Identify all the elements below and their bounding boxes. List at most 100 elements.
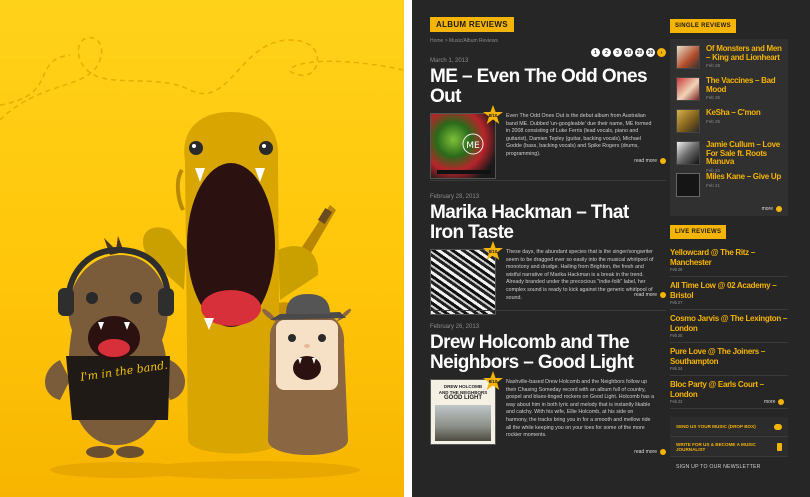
arrow-icon [660, 292, 666, 298]
review-date: February 28, 2013 [430, 194, 480, 200]
live-title: Cosmo Jarvis @ The Lexington – London [670, 314, 788, 333]
score: 8/10 [488, 113, 498, 118]
review-title[interactable]: Drew Holcomb and The Neighbors – Good Li… [430, 333, 666, 373]
pencil-icon [776, 442, 782, 451]
single-review-item[interactable]: Of Monsters and Men – King and Lionheart… [676, 44, 782, 75]
review-excerpt: These days, the abundant species that is… [506, 249, 654, 301]
monster-band-illustration: I'm in the band. [0, 0, 404, 497]
album-cover[interactable]: ME 8/10 [430, 105, 503, 179]
newsletter-signup[interactable]: SIGN UP TO OUR NEWSLETTER [670, 457, 788, 477]
album-review: February 26, 2013 Drew Holcomb and The N… [430, 324, 666, 455]
single-review-item[interactable]: Jamie Cullum – Love For Sale ft. Roots M… [676, 140, 782, 173]
single-reviews-label: SINGLE REVIEWS [670, 19, 736, 33]
live-title: Yellowcard @ The Ritz – Manchester [670, 248, 755, 267]
album-review: February 28, 2013 Marika Hackman – That … [430, 194, 666, 315]
arrow-icon [776, 206, 782, 212]
single-reviews-list: Of Monsters and Men – King and Lionheart… [670, 39, 788, 216]
live-title: Pure Love @ The Joiners – Southampton [670, 347, 766, 366]
page-2[interactable]: 2 [602, 48, 611, 57]
page-10[interactable]: 10 [624, 48, 633, 57]
hat-monster [262, 294, 352, 455]
page-30[interactable]: 30 [646, 48, 655, 57]
single-thumb [676, 173, 700, 197]
read-more-link[interactable]: read more [634, 449, 666, 455]
score-star-icon: 8/10 [482, 241, 504, 263]
read-more-label: read more [634, 292, 657, 298]
read-more-link[interactable]: read more [634, 158, 666, 164]
single-date: Feb 28 [706, 63, 721, 68]
score-star-icon: 8/10 [482, 105, 504, 127]
breadcrumb[interactable]: Home > Music/Album Reviews [430, 38, 666, 44]
album-reviews-column: ALBUM REVIEWS Home > Music/Album Reviews… [430, 14, 666, 455]
live-date: Feb 28 [670, 267, 683, 272]
read-more-link[interactable]: read more [634, 292, 666, 298]
single-review-item[interactable]: Miles Kane – Give Up Feb 21 [676, 172, 782, 203]
page-20[interactable]: 20 [635, 48, 644, 57]
more-singles-link[interactable]: more [762, 206, 782, 212]
single-title: Jamie Cullum – Love For Sale ft. Roots M… [706, 140, 780, 166]
score: 8/10 [488, 379, 498, 384]
review-title[interactable]: ME – Even The Odd Ones Out [430, 67, 666, 107]
live-date: Feb 25 [670, 333, 683, 338]
link-label: SEND US YOUR MUSIC (DROP BOX) [676, 424, 756, 429]
review-date: February 26, 2013 [430, 324, 480, 330]
cover-photo [435, 404, 491, 441]
dashed-path [0, 36, 404, 121]
album-cover[interactable]: 8/10 [430, 241, 503, 315]
divider [430, 180, 666, 181]
read-more-label: read more [634, 158, 657, 164]
live-review-item[interactable]: All Time Low @ 02 Academy – Bristol Feb 2… [670, 281, 788, 310]
single-review-item[interactable]: KeSha – C'mon Feb 25 [676, 108, 782, 139]
pagination: 1 2 3 10 20 30 › [591, 48, 666, 57]
album-review: March 1, 2013 ME – Even The Odd Ones Out… [430, 58, 666, 179]
review-date: March 1, 2013 [430, 58, 469, 64]
read-more-label: read more [634, 449, 657, 455]
review-excerpt: Nashville-based Drew Holcomb and the Nei… [506, 379, 655, 439]
arrow-icon [660, 158, 666, 164]
sidebar: SINGLE REVIEWS Of Monsters and Men – Kin… [670, 14, 788, 409]
more-live-link[interactable]: more [764, 399, 785, 405]
single-thumb [676, 141, 700, 165]
single-title: Miles Kane – Give Up [706, 172, 781, 181]
live-review-item[interactable]: Yellowcard @ The Ritz – Manchester Feb 28 [670, 248, 788, 277]
illustration-art [0, 36, 404, 479]
more-label: more [761, 206, 773, 212]
live-date: Feb 27 [670, 300, 683, 305]
single-title: KeSha – C'mon [706, 108, 761, 117]
next-page-arrow-icon[interactable]: › [657, 48, 666, 57]
single-date: Feb 25 [706, 118, 721, 124]
album-reviews-label: ALBUM REVIEWS [430, 17, 514, 32]
live-reviews-label: LIVE REVIEWS [670, 225, 727, 239]
page-1[interactable]: 1 [591, 48, 600, 57]
live-title: Bloc Party @ Earls Court – London [670, 380, 764, 399]
arrow-icon [660, 449, 666, 455]
write-for-us-link[interactable]: WRITE FOR US & BECOME A MUSIC JOURNALIST [670, 437, 788, 457]
live-review-item[interactable]: Pure Love @ The Joiners – Southampton Feb… [670, 347, 788, 376]
single-thumb [676, 45, 700, 69]
live-date: Feb 24 [670, 366, 683, 371]
divider [430, 310, 666, 311]
single-date: Feb 26 [706, 95, 721, 100]
page-3[interactable]: 3 [613, 48, 622, 57]
live-reviews-list: Yellowcard @ The Ritz – Manchester Feb 28… [670, 248, 788, 413]
review-excerpt: Even The Odd Ones Out is the debut album… [506, 113, 652, 157]
link-label: WRITE FOR US & BECOME A MUSIC JOURNALIST [676, 441, 756, 452]
single-review-item[interactable]: The Vaccines – Bad Mood Feb 26 [676, 76, 782, 107]
album-cover[interactable]: DREW HOLCOMB AND THE NEIGHBORS GOOD LIGH… [430, 371, 503, 445]
score-star-icon: 8/10 [482, 371, 504, 393]
live-review-item[interactable]: Cosmo Jarvis @ The Lexington – London Feb… [670, 314, 788, 343]
single-thumb [676, 77, 700, 101]
arrow-icon [778, 399, 785, 405]
single-title: The Vaccines – Bad Mood [706, 76, 776, 94]
single-thumb [676, 109, 700, 133]
music-website: ALBUM REVIEWS Home > Music/Album Reviews… [412, 0, 810, 497]
single-date: Feb 21 [706, 182, 721, 188]
more-label: more [764, 399, 776, 405]
send-music-link[interactable]: SEND US YOUR MUSIC (DROP BOX) [670, 417, 788, 437]
review-title[interactable]: Marika Hackman – That Iron Taste [430, 203, 666, 243]
live-title: All Time Low @ 02 Academy – Bristol [670, 281, 777, 300]
svg-text:ME: ME [466, 141, 480, 151]
cloud-icon [774, 423, 782, 430]
sidebar-links: SEND US YOUR MUSIC (DROP BOX) WRITE FOR … [670, 417, 788, 477]
single-title: Of Monsters and Men – King and Lionheart [706, 44, 782, 62]
